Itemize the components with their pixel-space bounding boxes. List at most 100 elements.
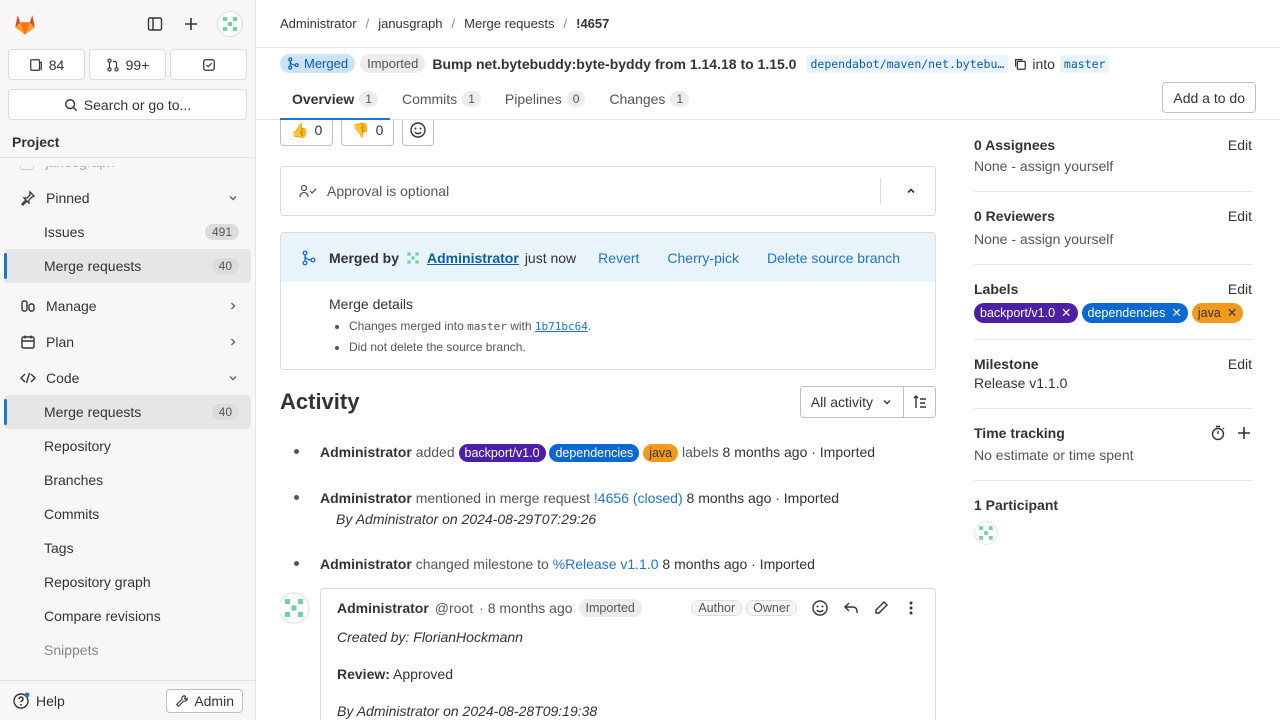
thumbs-up-button[interactable]: 👍 0 [280,120,334,146]
more-actions-icon[interactable] [903,600,919,616]
pencil-icon[interactable] [873,600,889,616]
label-chip[interactable]: java ✕ [1191,303,1244,323]
user-avatar[interactable] [217,11,243,37]
sidebar-item-plan[interactable]: Plan [4,325,251,359]
todos-button[interactable] [170,49,247,80]
avatar[interactable] [974,521,998,545]
sidebar-pinned-section[interactable]: Pinned [4,181,251,215]
sidebar-item-branches[interactable]: Branches [4,463,251,497]
manage-label: Manage [46,298,97,314]
note-author[interactable]: Administrator [337,600,429,616]
edit-assignees-button[interactable]: Edit [1228,137,1252,153]
admin-icon [176,694,189,707]
breadcrumb-item[interactable]: Administrator [280,16,357,31]
chevron-right-icon [231,338,236,346]
close-icon[interactable]: ✕ [1061,303,1071,323]
activity-filter-dropdown[interactable]: All activity [799,386,904,418]
milestone-link[interactable]: %Release v1.1.0 [553,556,659,572]
assigned-issues-button[interactable]: 84 [8,49,85,80]
add-reaction-button[interactable] [402,120,435,146]
sidebar-item-project[interactable]: Jjanusgraph [4,166,251,170]
smiley-icon [410,122,427,138]
sidebar-item-compare-revisions[interactable]: Compare revisions [4,599,251,633]
label-chip[interactable]: backport/v1.0 [458,444,546,462]
add-todo-button[interactable]: Add a to do [1162,82,1256,113]
sidebar-item-merge-requests[interactable]: Merge requests 40 [4,395,251,429]
chevron-right-icon [231,302,236,310]
plus-icon[interactable] [1236,425,1252,441]
tab-commits[interactable]: Commits 1 [390,78,493,120]
merge-requests-button[interactable]: 99+ [89,49,166,80]
reactions: 👍 0 👎 0 [280,120,936,146]
event-user[interactable]: Administrator [320,444,412,460]
reviewers-block: 0 Reviewers Edit None - assign yourself [974,192,1252,265]
reply-icon[interactable] [843,600,859,616]
sidebar-item-repository[interactable]: Repository [4,429,251,463]
event-user[interactable]: Administrator [320,490,412,506]
branches-label: Branches [44,472,104,488]
close-icon[interactable]: ✕ [1171,303,1181,323]
detail-branch: master [467,320,507,333]
issues-count: 84 [48,56,65,73]
sidebar-item-merge-requests-pinned[interactable]: Merge requests 40 [4,249,251,283]
gitlab-logo-icon[interactable] [12,11,38,37]
plus-icon[interactable] [181,14,201,34]
breadcrumb-item[interactable]: janusgraph [378,16,442,31]
toggle-sidebar-icon[interactable] [145,14,165,34]
sort-order-button[interactable] [904,386,936,418]
label-chip[interactable]: backport/v1.0 ✕ [974,303,1078,323]
sidebar-item-issues[interactable]: Issues 491 [4,215,251,249]
left-sidebar: 84 99+ Search or go to... Project Jjanus… [0,0,256,720]
search-button[interactable]: Search or go to... [8,89,247,120]
close-icon[interactable]: ✕ [1227,303,1237,323]
avatar[interactable] [280,592,310,624]
help-button[interactable]: Help [12,692,65,710]
label-chip[interactable]: java [643,444,679,462]
sidebar-item-commits[interactable]: Commits [4,497,251,531]
thumbs-down-button[interactable]: 👎 0 [341,120,395,146]
breadcrumb-current[interactable]: !4657 [576,16,609,31]
tab-pipelines[interactable]: Pipelines 0 [493,78,598,120]
admin-button[interactable]: Admin [166,688,243,713]
main-area: Administrator / janusgraph / Merge request… [256,0,1280,720]
edit-milestone-button[interactable]: Edit [1228,356,1252,372]
smiley-icon[interactable] [811,599,829,617]
label-chip[interactable]: dependencies ✕ [1081,303,1188,323]
tab-changes[interactable]: Changes 1 [597,78,701,120]
edit-reviewers-button[interactable]: Edit [1228,208,1252,224]
copy-icon[interactable] [1013,57,1027,71]
target-branch[interactable]: master [1059,54,1110,73]
milestone-block: Milestone Edit Release v1.1.0 [974,340,1252,409]
tab-count: 1 [670,91,690,107]
code-label: Code [46,370,80,386]
breadcrumb-item[interactable]: Merge requests [464,16,554,31]
chevron-up-icon[interactable] [905,185,917,197]
reviewers-value[interactable]: None - assign yourself [974,231,1252,247]
thumbs-up-count: 0 [314,122,323,138]
event-user[interactable]: Administrator [320,556,412,572]
merged-by-user-link[interactable]: Administrator [427,250,519,266]
sidebar-item-code[interactable]: Code [4,361,251,395]
label-chip[interactable]: dependencies [549,444,640,462]
tab-overview[interactable]: Overview 1 [280,78,390,120]
milestone-value[interactable]: Release v1.1.0 [974,375,1252,391]
commit-sha-link[interactable]: 1b71bc64 [535,320,588,333]
note-handle[interactable]: @root [435,600,473,616]
assignees-value[interactable]: None - assign yourself [974,158,1252,174]
edit-labels-button[interactable]: Edit [1228,281,1252,297]
stopwatch-icon[interactable] [1210,425,1226,441]
sidebar-item-snippets[interactable]: Snippets [4,633,251,667]
sidebar-item-manage[interactable]: Manage [4,289,251,323]
mr-title: Bump net.bytebuddy:byte-byddy from 1.14.… [432,55,797,72]
source-branch[interactable]: dependabot/maven/net.bytebu… [806,54,1009,73]
mr-link[interactable]: !4656 (closed) [594,490,683,506]
activity-event: Administrator changed milestone to %Rele… [280,554,936,574]
sidebar-item-tags[interactable]: Tags [4,531,251,565]
event-suffix: labels [682,444,719,460]
revert-button[interactable]: Revert [598,250,639,266]
mr-header: Merged Imported Bump net.bytebuddy:byte-… [256,48,1280,120]
merge-icon [302,250,316,265]
delete-source-branch-button[interactable]: Delete source branch [767,250,900,266]
cherry-pick-button[interactable]: Cherry-pick [667,250,739,266]
sidebar-item-repository-graph[interactable]: Repository graph [4,565,251,599]
